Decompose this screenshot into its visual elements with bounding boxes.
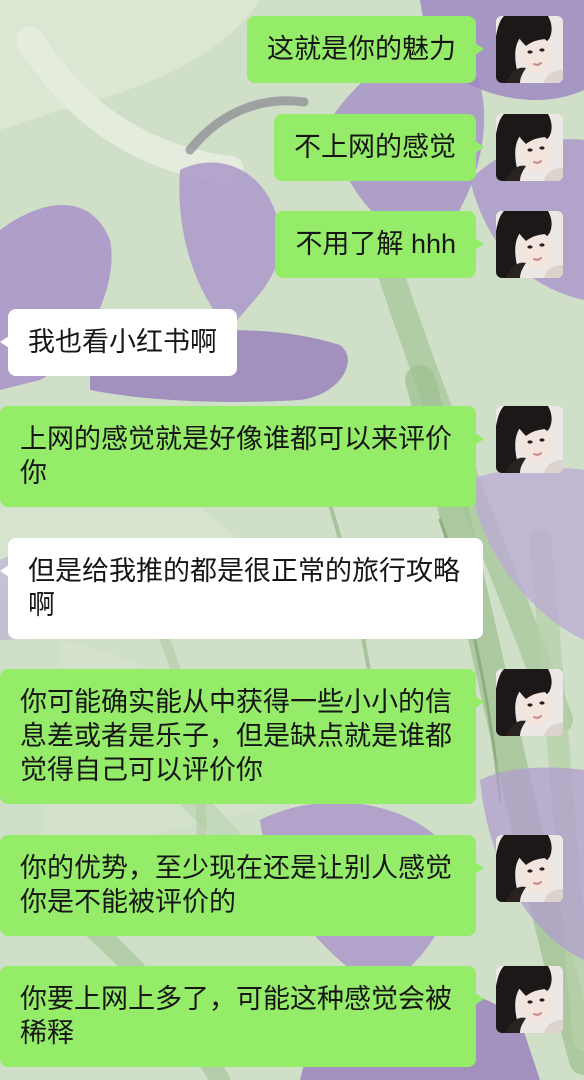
message-text: 这就是你的魅力 [267,34,456,64]
avatar[interactable] [496,834,563,902]
message-row-sent: 这就是你的魅力 [0,16,584,83]
avatar[interactable] [496,113,563,181]
message-bubble-sent[interactable]: 这就是你的魅力 [247,16,484,83]
profile-photo-icon [496,835,563,902]
message-row-received: 我也看小红书啊 [0,308,584,376]
message-bubble-sent[interactable]: 不用了解 hhh [275,211,484,278]
message-row-sent: 你可能确实能从中获得一些小小的信息差或者是乐子，但是缺点就是谁都觉得自己可以评价… [0,669,584,804]
avatar[interactable] [496,211,563,278]
message-bubble-sent[interactable]: 你的优势，至少现在还是让别人感觉你是不能被评价的 [0,834,484,936]
message-text: 但是给我推的都是很正常的旅行攻略啊 [28,555,460,620]
message-row-sent: 你的优势，至少现在还是让别人感觉你是不能被评价的 [0,834,584,936]
chat-message-list[interactable]: 这就是你的魅力 不上网的感觉 不用了解 hhh 我也看小红书啊 上网的感觉就是好… [0,0,584,1080]
profile-photo-icon [496,211,563,278]
message-bubble-sent[interactable]: 你可能确实能从中获得一些小小的信息差或者是乐子，但是缺点就是谁都觉得自己可以评价… [0,669,484,804]
message-row-sent: 不上网的感觉 [0,113,584,181]
message-row-sent: 上网的感觉就是好像谁都可以来评价你 [0,406,584,507]
profile-photo-icon [496,114,563,181]
profile-photo-icon [496,16,563,83]
message-text: 不用了解 hhh [295,229,456,259]
avatar[interactable] [496,406,563,473]
profile-photo-icon [496,669,563,736]
message-bubble-received[interactable]: 我也看小红书啊 [0,308,237,376]
message-text: 我也看小红书啊 [28,326,217,357]
message-bubble-sent[interactable]: 你要上网上多了，可能这种感觉会被稀释 [0,966,484,1067]
message-text: 不上网的感觉 [294,131,456,162]
message-text: 上网的感觉就是好像谁都可以来评价你 [20,424,452,488]
message-row-received: 但是给我推的都是很正常的旅行攻略啊 [0,537,584,639]
message-bubble-sent[interactable]: 上网的感觉就是好像谁都可以来评价你 [0,406,484,507]
avatar[interactable] [496,669,563,736]
message-text: 你的优势，至少现在还是让别人感觉你是不能被评价的 [20,852,452,917]
profile-photo-icon [496,406,563,473]
message-bubble-sent[interactable]: 不上网的感觉 [274,113,484,181]
message-row-sent: 不用了解 hhh [0,211,584,278]
message-bubble-received[interactable]: 但是给我推的都是很正常的旅行攻略啊 [0,537,483,639]
profile-photo-icon [496,966,563,1033]
avatar[interactable] [496,966,563,1033]
message-text: 你可能确实能从中获得一些小小的信息差或者是乐子，但是缺点就是谁都觉得自己可以评价… [20,687,452,785]
message-row-sent: 你要上网上多了，可能这种感觉会被稀释 [0,966,584,1067]
message-text: 你要上网上多了，可能这种感觉会被稀释 [20,984,452,1048]
avatar[interactable] [496,16,563,83]
